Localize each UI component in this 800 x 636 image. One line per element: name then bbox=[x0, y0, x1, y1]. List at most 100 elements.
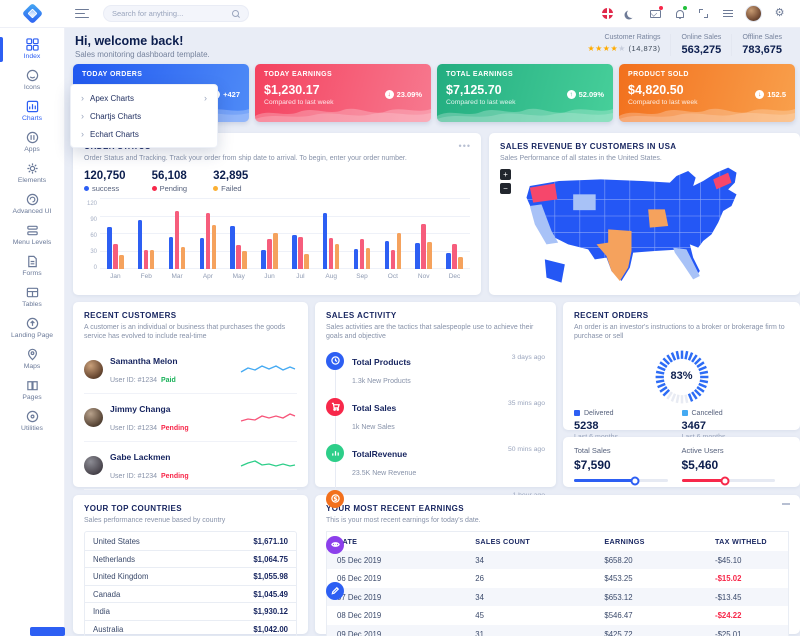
wave-decoration bbox=[437, 100, 613, 122]
notifications-icon[interactable] bbox=[673, 7, 686, 20]
card-options-icon[interactable]: ••• bbox=[459, 141, 471, 151]
rating-stars: ★★★★★ (14,873) bbox=[587, 44, 660, 53]
search-bar[interactable] bbox=[103, 5, 249, 22]
customer-row[interactable]: Jimmy ChangaUser ID: #1234 Pending bbox=[84, 393, 297, 441]
sales-activity-card: SALES ACTIVITY Sales activities are the … bbox=[315, 302, 556, 487]
recent-customers-card: RECENT CUSTOMERS A customer is an indivi… bbox=[73, 302, 308, 487]
total-earnings-card[interactable]: TOTAL EARNINGS $7,125.70 Compared to las… bbox=[437, 64, 613, 122]
map-zoom-out-button[interactable]: − bbox=[500, 183, 511, 194]
sidebar-item-elements[interactable]: Elements bbox=[0, 158, 64, 189]
card-description: This is your most recent earnings for to… bbox=[326, 516, 789, 525]
sparkline bbox=[239, 457, 297, 473]
sidebar-item-index[interactable]: Index bbox=[0, 34, 64, 65]
failed-stat: 32,895 Failed bbox=[213, 170, 248, 193]
country-row: United States$1,671.10 bbox=[85, 532, 296, 550]
card-title: RECENT CUSTOMERS bbox=[84, 311, 297, 320]
activity-item[interactable]: Total Products1.3k New Products 3 days a… bbox=[326, 347, 545, 393]
sidebar-item-maps[interactable]: Maps bbox=[0, 344, 64, 375]
language-flag-icon[interactable] bbox=[601, 7, 614, 20]
sidebar-item-advanced-ui[interactable]: Advanced UI bbox=[0, 189, 64, 220]
fullscreen-icon[interactable] bbox=[697, 7, 710, 20]
sidebar-toggle-icon[interactable] bbox=[75, 6, 89, 20]
page-title: Hi, welcome back! bbox=[75, 34, 210, 48]
country-row: Canada$1,045.49 bbox=[85, 585, 296, 603]
order-status-card: ORDER STATUS ••• Order Status and Tracki… bbox=[73, 133, 481, 295]
dashboard-app: ⚙ Index Icons Charts Apps Elements Advan… bbox=[0, 0, 800, 636]
activity-item[interactable]: Total Sales1k New Sales 35 mins ago bbox=[326, 393, 545, 439]
page-header: Hi, welcome back! Sales monitoring dashb… bbox=[75, 34, 210, 59]
countries-table: United States$1,671.10 Netherlands$1,064… bbox=[84, 531, 297, 636]
chevron-right-icon: › bbox=[81, 111, 84, 121]
chart-bars: JanFebMarAprMayJunJulAugSepOctNovDec bbox=[100, 199, 470, 269]
menu-lines-icon[interactable] bbox=[721, 7, 734, 20]
wave-decoration bbox=[255, 100, 431, 122]
offline-sales-stat: Offline Sales 783,675 bbox=[731, 34, 792, 56]
search-input[interactable] bbox=[112, 9, 232, 18]
settings-gear-icon[interactable]: ⚙ bbox=[773, 7, 786, 20]
menu-item-apex-charts[interactable]: ›Apex Charts› bbox=[71, 89, 217, 107]
main-content: Hi, welcome back! Sales monitoring dashb… bbox=[65, 28, 800, 636]
legend-dot bbox=[213, 186, 218, 191]
sidebar: Index Icons Charts Apps Elements Advance… bbox=[0, 28, 65, 636]
map-zoom-controls: + − bbox=[500, 169, 511, 197]
arrow-down-icon: ↓ bbox=[755, 90, 764, 99]
state-wyoming[interactable] bbox=[573, 194, 596, 210]
sidebar-item-utilities[interactable]: Utilities bbox=[0, 406, 64, 437]
top-navbar: ⚙ bbox=[0, 0, 800, 28]
user-avatar[interactable] bbox=[745, 5, 762, 22]
sidebar-item-pages[interactable]: Pages bbox=[0, 375, 64, 406]
customer-ratings: Customer Ratings ★★★★★ (14,873) bbox=[577, 34, 670, 56]
customer-row[interactable]: Gabe LackmenUser ID: #1234 Pending bbox=[84, 441, 297, 489]
messages-icon[interactable] bbox=[649, 7, 662, 20]
country-row: United Kingdom$1,055.98 bbox=[85, 567, 296, 585]
wave-decoration bbox=[619, 100, 795, 122]
sidebar-item-landing-page[interactable]: Landing Page bbox=[0, 313, 64, 344]
sidebar-item-tables[interactable]: Tables bbox=[0, 282, 64, 313]
chart-y-axis: 1209060300 bbox=[84, 199, 100, 269]
sidebar-item-icons[interactable]: Icons bbox=[0, 65, 64, 96]
total-sales-slider[interactable] bbox=[574, 479, 668, 482]
card-minimize-icon[interactable] bbox=[782, 503, 790, 505]
sparkline bbox=[239, 361, 297, 377]
edit-icon bbox=[326, 582, 344, 600]
sidebar-item-apps[interactable]: Apps bbox=[0, 127, 64, 158]
app-logo[interactable] bbox=[0, 6, 65, 21]
order-status-chart: 1209060300 JanFebMarAprMayJunJulAugSepOc… bbox=[84, 199, 470, 269]
submenu-chevron-icon: › bbox=[204, 93, 207, 103]
table-row: 08 Dec 201945$546.47-$24.22 bbox=[327, 606, 788, 625]
book-icon bbox=[26, 379, 39, 392]
order-status-stats: 120,750 success 56,108 Pending 32,895 Fa… bbox=[84, 170, 470, 193]
total-earnings-badge: ↑52.09% bbox=[567, 90, 604, 99]
sidebar-item-charts[interactable]: Charts bbox=[0, 96, 64, 127]
total-sales-block: Total Sales $7,590 bbox=[574, 446, 682, 478]
bar-chart-icon bbox=[326, 444, 344, 462]
map-pin-icon bbox=[26, 348, 39, 361]
cart-icon bbox=[326, 398, 344, 416]
apps-icon bbox=[26, 131, 39, 144]
page-subtitle: Sales monitoring dashboard template. bbox=[75, 50, 210, 59]
product-sold-badge: ↓152.5 bbox=[755, 90, 786, 99]
usa-map-graphic[interactable] bbox=[519, 161, 774, 286]
state-alaska[interactable] bbox=[545, 259, 565, 282]
pending-stat: 56,108 Pending bbox=[152, 170, 188, 193]
state-missouri[interactable] bbox=[648, 209, 668, 227]
today-earnings-badge: ↓23.09% bbox=[385, 90, 422, 99]
dark-mode-icon[interactable] bbox=[625, 7, 638, 20]
today-earnings-card[interactable]: TODAY EARNINGS $1,230.17 Compared to las… bbox=[255, 64, 431, 122]
sidebar-item-menu-levels[interactable]: Menu Levels bbox=[0, 220, 64, 251]
sidebar-item-forms[interactable]: Forms bbox=[0, 251, 64, 282]
menu-item-chartjs-charts[interactable]: ›Chartjs Charts bbox=[71, 107, 217, 125]
customer-row[interactable]: Samantha MelonUser ID: #1234 Paid bbox=[84, 346, 297, 393]
search-icon[interactable] bbox=[232, 10, 240, 18]
success-stat: 120,750 success bbox=[84, 170, 126, 193]
card-description: An order is an investor's instructions t… bbox=[574, 323, 789, 342]
active-users-slider[interactable] bbox=[682, 479, 776, 482]
grid-icon bbox=[26, 38, 39, 51]
active-users-block: Active Users $5,460 bbox=[682, 446, 790, 478]
product-sold-card[interactable]: PRODUCT SOLD $4,820.50 Compared to last … bbox=[619, 64, 795, 122]
chevron-right-icon: › bbox=[81, 129, 84, 139]
menu-item-echart-charts[interactable]: ›Echart Charts bbox=[71, 125, 217, 143]
activity-item[interactable]: TotalRevenue23.5K New Revenue 50 mins ag… bbox=[326, 439, 545, 485]
logo-icon bbox=[22, 3, 43, 24]
map-zoom-in-button[interactable]: + bbox=[500, 169, 511, 180]
